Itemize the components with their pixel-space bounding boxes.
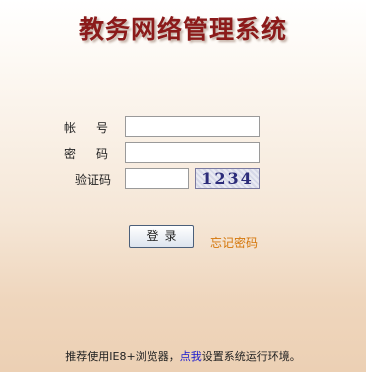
captcha-image[interactable]: 1234	[195, 168, 260, 189]
password-label: 密 码	[64, 147, 113, 161]
account-label: 帐 号	[64, 121, 113, 135]
footer-prefix: 推荐使用IE8+浏览器，	[65, 350, 180, 363]
footer-suffix: 设置系统运行环境。	[201, 350, 301, 363]
account-input[interactable]	[125, 116, 260, 137]
captcha-label: 验证码	[75, 173, 112, 187]
login-button[interactable]: 登录	[129, 225, 194, 248]
password-input[interactable]	[125, 142, 260, 163]
footer-note: 推荐使用IE8+浏览器，点我设置系统运行环境。	[0, 348, 366, 364]
settings-link[interactable]: 点我	[180, 350, 202, 363]
forgot-password-link[interactable]: 忘记密码	[210, 234, 258, 251]
captcha-input[interactable]	[125, 168, 189, 189]
page-title: 教务网络管理系统	[78, 15, 287, 44]
